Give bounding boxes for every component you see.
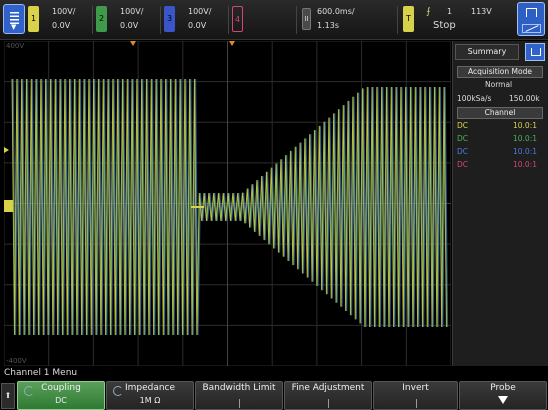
channel-1-coupling: DC: [457, 121, 469, 130]
acquisition-mode-value: Normal: [485, 80, 513, 89]
divider: [397, 6, 398, 34]
impedance-value: 1M Ω: [139, 396, 161, 405]
channel-4-probe: 10.0:1: [513, 160, 537, 169]
chevron-down-icon: ▼: [11, 23, 17, 31]
channel-3-row: DC 10.0:1: [457, 147, 543, 159]
fine-adjustment-label: Fine Adjustment: [291, 383, 365, 393]
coupling-label: Coupling: [41, 383, 81, 393]
memory-depth: 150.00k: [509, 94, 540, 103]
pause-icon: II: [304, 15, 309, 23]
run-stop-button[interactable]: II: [302, 8, 311, 30]
channel-2-settings[interactable]: 2 100V/ 0.0V: [96, 4, 156, 36]
up-arrow-icon: ⬆: [4, 391, 12, 400]
horizontal-scale[interactable]: 600.0ms/: [317, 7, 355, 16]
toggle-indicator: [239, 399, 240, 408]
channel-1-row: DC 10.0:1: [457, 121, 543, 133]
submenu-arrow-icon: [498, 396, 508, 404]
main-menu-button[interactable]: ▼: [3, 4, 25, 34]
trigger-level: 113V: [471, 7, 492, 16]
summary-title[interactable]: Summary: [455, 44, 519, 60]
channel-1-scale: 100V/: [52, 7, 76, 16]
summary-sidebar: Summary Acquisition Mode Normal 100kSa/s…: [452, 41, 548, 366]
probe-softkey[interactable]: Probe: [459, 381, 547, 410]
fine-adjustment-softkey[interactable]: Fine Adjustment: [284, 381, 372, 410]
impedance-softkey[interactable]: Impedance 1M Ω: [106, 381, 194, 410]
waveform-menu-button[interactable]: [517, 2, 545, 36]
horizontal-position[interactable]: 1.13s: [317, 21, 339, 30]
trigger-level-marker: [4, 147, 9, 153]
channel-4-settings[interactable]: 4: [232, 4, 272, 36]
channel-1-ground-marker: [4, 200, 13, 212]
channel-1-offset: 0.0V: [52, 21, 71, 30]
channel-3-offset: 0.0V: [188, 21, 207, 30]
invert-label: Invert: [402, 383, 429, 393]
impedance-label: Impedance: [124, 383, 176, 393]
waveform-canvas: [4, 41, 451, 366]
sample-rate: 100kSa/s: [457, 94, 492, 103]
trigger-source: 1: [447, 7, 453, 16]
plot-bottom-label: -400V: [6, 357, 27, 365]
channel-3-tag: 3: [164, 6, 175, 32]
bandwidth-limit-label: Bandwidth Limit: [202, 383, 276, 393]
back-button[interactable]: ⬆: [1, 383, 15, 409]
sidebar-header: Summary: [455, 43, 545, 61]
trigger-status: Stop: [433, 20, 456, 31]
channel-menu-title: Channel 1 Menu: [4, 368, 78, 378]
coupling-softkey[interactable]: Coupling DC: [17, 381, 105, 410]
channel-3-scale: 100V/: [188, 7, 212, 16]
channel-2-offset: 0.0V: [120, 21, 139, 30]
channel-4-tag: 4: [232, 6, 243, 32]
channel-4-row: DC 10.0:1: [457, 160, 543, 172]
channel-1-tag: 1: [28, 6, 39, 32]
bandwidth-limit-softkey[interactable]: Bandwidth Limit: [195, 381, 283, 410]
square-wave-icon: [526, 8, 537, 17]
invert-softkey[interactable]: Invert: [373, 381, 458, 410]
rising-edge-icon: ⨍: [426, 7, 431, 17]
channel-2-coupling: DC: [457, 134, 469, 143]
time-reference-marker: [229, 41, 235, 46]
channel-3-coupling: DC: [457, 147, 469, 156]
toggle-indicator: [415, 399, 417, 408]
channel-3-settings[interactable]: 3 100V/ 0.0V: [164, 4, 224, 36]
trigger-position-marker: [130, 41, 136, 46]
channel-1-probe: 10.0:1: [513, 121, 537, 130]
probe-label: Probe: [490, 383, 516, 393]
divider: [228, 6, 229, 34]
toggle-indicator: [328, 399, 329, 408]
divider: [296, 6, 297, 34]
trigger-tag[interactable]: T: [403, 6, 414, 32]
divider: [160, 6, 161, 34]
divider: [92, 6, 93, 34]
top-status-bar: ▼ 1 100V/ 0.0V 2 100V/ 0.0V 3 100V/ 0.0V…: [0, 0, 548, 40]
ramp-icon: [522, 24, 541, 33]
channel-2-tag: 2: [96, 6, 107, 32]
channel-2-row: DC 10.0:1: [457, 134, 543, 146]
coupling-value: DC: [55, 396, 67, 405]
softkey-bar: ⬆ Coupling DC Impedance 1M Ω Bandwidth L…: [0, 381, 548, 410]
acquisition-mode-label: Acquisition Mode: [457, 66, 543, 78]
plot-top-label: 400V: [6, 42, 25, 50]
channel-3-probe: 10.0:1: [513, 147, 537, 156]
channel-1-settings[interactable]: 1 100V/ 0.0V: [28, 4, 88, 36]
channel-2-scale: 100V/: [120, 7, 144, 16]
channel-2-probe: 10.0:1: [513, 134, 537, 143]
channel-4-coupling: DC: [457, 160, 469, 169]
channel-label: Channel: [457, 107, 543, 119]
waveform-display[interactable]: 400V -400V: [4, 41, 451, 366]
dock-icon[interactable]: [525, 43, 545, 61]
